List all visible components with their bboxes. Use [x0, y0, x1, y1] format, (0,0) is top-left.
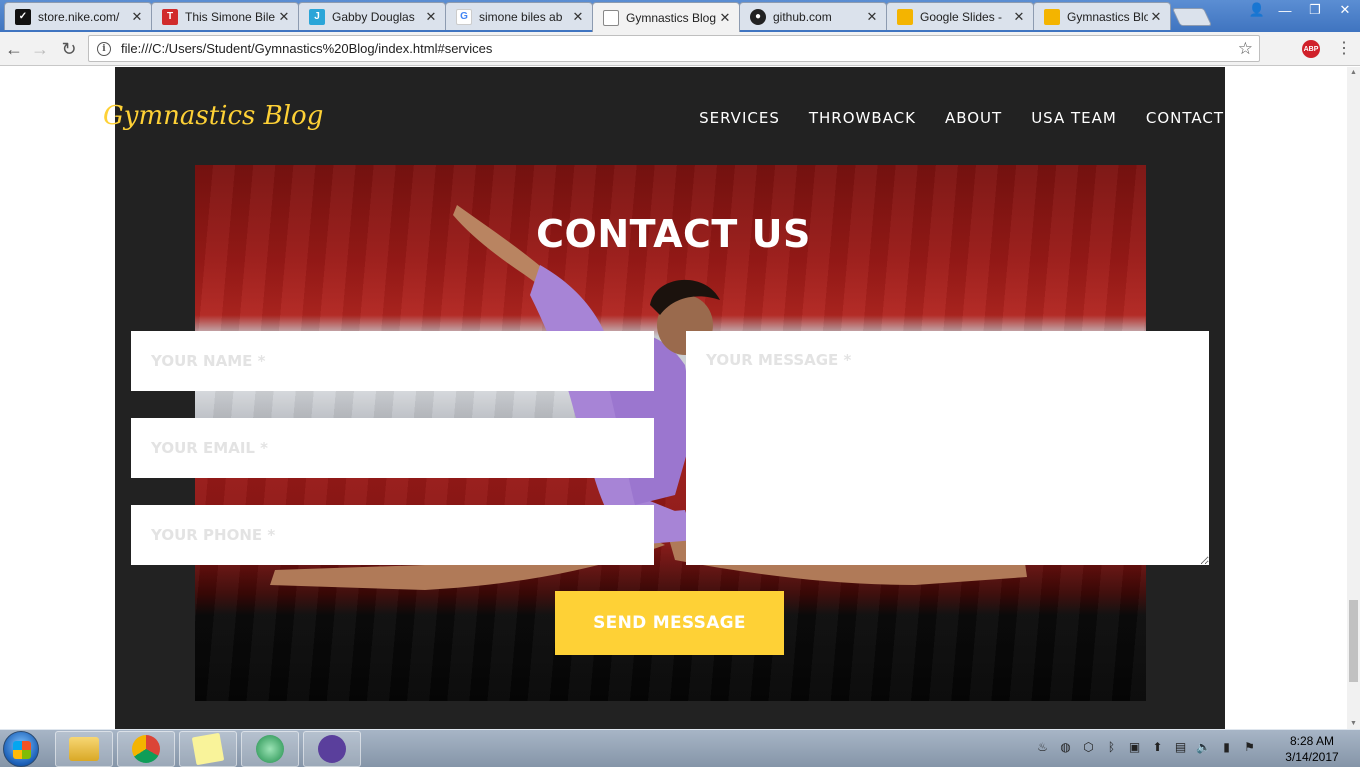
- scroll-down-icon[interactable]: ▼: [1347, 720, 1360, 727]
- slides-icon: [897, 8, 913, 25]
- tab-title: Google Slides -: [920, 9, 1003, 24]
- tab-title: Gabby Douglas: [332, 9, 415, 24]
- sticky-notes-icon[interactable]: [179, 731, 237, 767]
- tab-title: github.com: [773, 9, 832, 24]
- tab-simone[interactable]: T This Simone Bile ✕: [151, 2, 299, 30]
- windows-logo-icon: [13, 741, 31, 759]
- new-tab-button[interactable]: [1171, 8, 1213, 26]
- page-viewport: Gymnastics Blog SERVICES THROWBACK ABOUT…: [0, 67, 1347, 729]
- clock-time: 8:28 AM: [1289, 734, 1335, 748]
- close-icon[interactable]: ✕: [1148, 9, 1164, 25]
- tab-nike[interactable]: ✓ store.nike.com/ ✕: [4, 2, 152, 30]
- name-field[interactable]: [131, 331, 654, 391]
- contact-title: CONTACT US: [536, 212, 811, 256]
- signal-icon[interactable]: ▮: [1218, 738, 1235, 755]
- close-icon[interactable]: ✕: [423, 9, 439, 25]
- close-icon[interactable]: ✕: [717, 10, 733, 26]
- close-icon[interactable]: ✕: [276, 9, 292, 25]
- system-tray: ♨ ◍ ⬡ ᛒ ▣ ⬆ ▤ 🔈 ▮ ⚑: [1034, 738, 1258, 755]
- message-field[interactable]: [686, 331, 1209, 565]
- email-field[interactable]: [131, 418, 654, 478]
- bookmark-star-icon[interactable]: ☆: [1238, 39, 1253, 59]
- info-icon[interactable]: i: [97, 41, 111, 56]
- page-icon: [603, 9, 619, 26]
- update-icon[interactable]: ⬆: [1149, 738, 1166, 755]
- scroll-up-icon[interactable]: ▲: [1347, 69, 1360, 76]
- display-icon[interactable]: ▣: [1126, 738, 1143, 755]
- action-center-flag-icon[interactable]: ⚑: [1241, 738, 1258, 755]
- clock-date: 3/14/2017: [1285, 750, 1339, 764]
- nav-services[interactable]: SERVICES: [699, 109, 780, 127]
- adblock-icon[interactable]: ABP: [1302, 40, 1320, 58]
- file-explorer-icon[interactable]: [55, 731, 113, 767]
- tab-title: simone biles ab: [479, 9, 563, 24]
- nav-usa-team[interactable]: USA TEAM: [1031, 109, 1117, 127]
- phone-field[interactable]: [131, 505, 654, 565]
- browser-toolbar: ← → ↻ i file:///C:/Users/Student/Gymnast…: [0, 32, 1360, 66]
- java-icon[interactable]: ♨: [1034, 738, 1051, 755]
- close-icon[interactable]: ✕: [129, 9, 145, 25]
- close-window-button[interactable]: ✕: [1330, 0, 1360, 20]
- t-logo-icon: T: [162, 8, 178, 25]
- app-icon[interactable]: [303, 731, 361, 767]
- tab-gymnastics-blog-active[interactable]: Gymnastics Blog ✕: [592, 2, 740, 32]
- github-icon: ●: [750, 8, 766, 25]
- tab-title: This Simone Bile: [185, 9, 276, 24]
- tab-title: Gymnastics Blog: [626, 10, 717, 25]
- close-icon[interactable]: ✕: [864, 9, 880, 25]
- url-text[interactable]: file:///C:/Users/Student/Gymnastics%20Bl…: [121, 41, 1238, 56]
- tab-google-slides[interactable]: Google Slides - ✕: [886, 2, 1034, 30]
- tab-github[interactable]: ● github.com ✕: [739, 2, 887, 30]
- device-icon[interactable]: ▤: [1172, 738, 1189, 755]
- windows-taskbar: ♨ ◍ ⬡ ᛒ ▣ ⬆ ▤ 🔈 ▮ ⚑ 8:28 AM 3/14/2017: [0, 729, 1360, 767]
- back-button[interactable]: ←: [2, 37, 26, 61]
- main-nav: SERVICES THROWBACK ABOUT USA TEAM CONTAC…: [699, 109, 1224, 127]
- system-clock[interactable]: 8:28 AM 3/14/2017: [1280, 733, 1344, 765]
- address-bar[interactable]: i file:///C:/Users/Student/Gymnastics%20…: [88, 35, 1260, 62]
- restore-button[interactable]: ❐: [1300, 0, 1330, 20]
- bluetooth-icon[interactable]: ᛒ: [1103, 738, 1120, 755]
- scrollbar-thumb[interactable]: [1349, 600, 1358, 682]
- nike-icon: ✓: [15, 8, 31, 25]
- slides-icon: [1044, 8, 1060, 25]
- start-button[interactable]: [3, 731, 39, 767]
- minimize-button[interactable]: —: [1270, 0, 1300, 20]
- scrollbar[interactable]: ▲ ▼: [1347, 67, 1360, 729]
- send-message-button[interactable]: SEND MESSAGE: [555, 591, 784, 655]
- close-icon[interactable]: ✕: [570, 9, 586, 25]
- tab-gabby[interactable]: J Gabby Douglas ✕: [298, 2, 446, 30]
- chrome-icon[interactable]: [117, 731, 175, 767]
- nav-contact[interactable]: CONTACT: [1146, 109, 1224, 127]
- user-icon[interactable]: 👤: [1244, 0, 1270, 20]
- nav-about[interactable]: ABOUT: [945, 109, 1002, 127]
- menu-icon[interactable]: ⋮: [1336, 38, 1352, 58]
- tab-google-search[interactable]: G simone biles ab ✕: [445, 2, 593, 30]
- tab-gymnastics-slides[interactable]: Gymnastics Blog ✕: [1033, 2, 1171, 30]
- google-icon: G: [456, 8, 472, 25]
- tab-title: Gymnastics Blog: [1067, 9, 1148, 24]
- tab-title: store.nike.com/: [38, 9, 120, 24]
- nav-throwback[interactable]: THROWBACK: [809, 109, 916, 127]
- atom-icon[interactable]: [241, 731, 299, 767]
- j-icon: J: [309, 8, 325, 25]
- close-icon[interactable]: ✕: [1011, 9, 1027, 25]
- reload-button[interactable]: ↻: [57, 37, 81, 61]
- tab-strip: ✓ store.nike.com/ ✕ T This Simone Bile ✕…: [0, 0, 1360, 32]
- site-logo[interactable]: Gymnastics Blog: [103, 101, 323, 131]
- volume-icon[interactable]: 🔈: [1195, 738, 1212, 755]
- network-globe-icon[interactable]: ◍: [1057, 738, 1074, 755]
- security-icon[interactable]: ⬡: [1080, 738, 1097, 755]
- forward-button[interactable]: →: [28, 37, 52, 61]
